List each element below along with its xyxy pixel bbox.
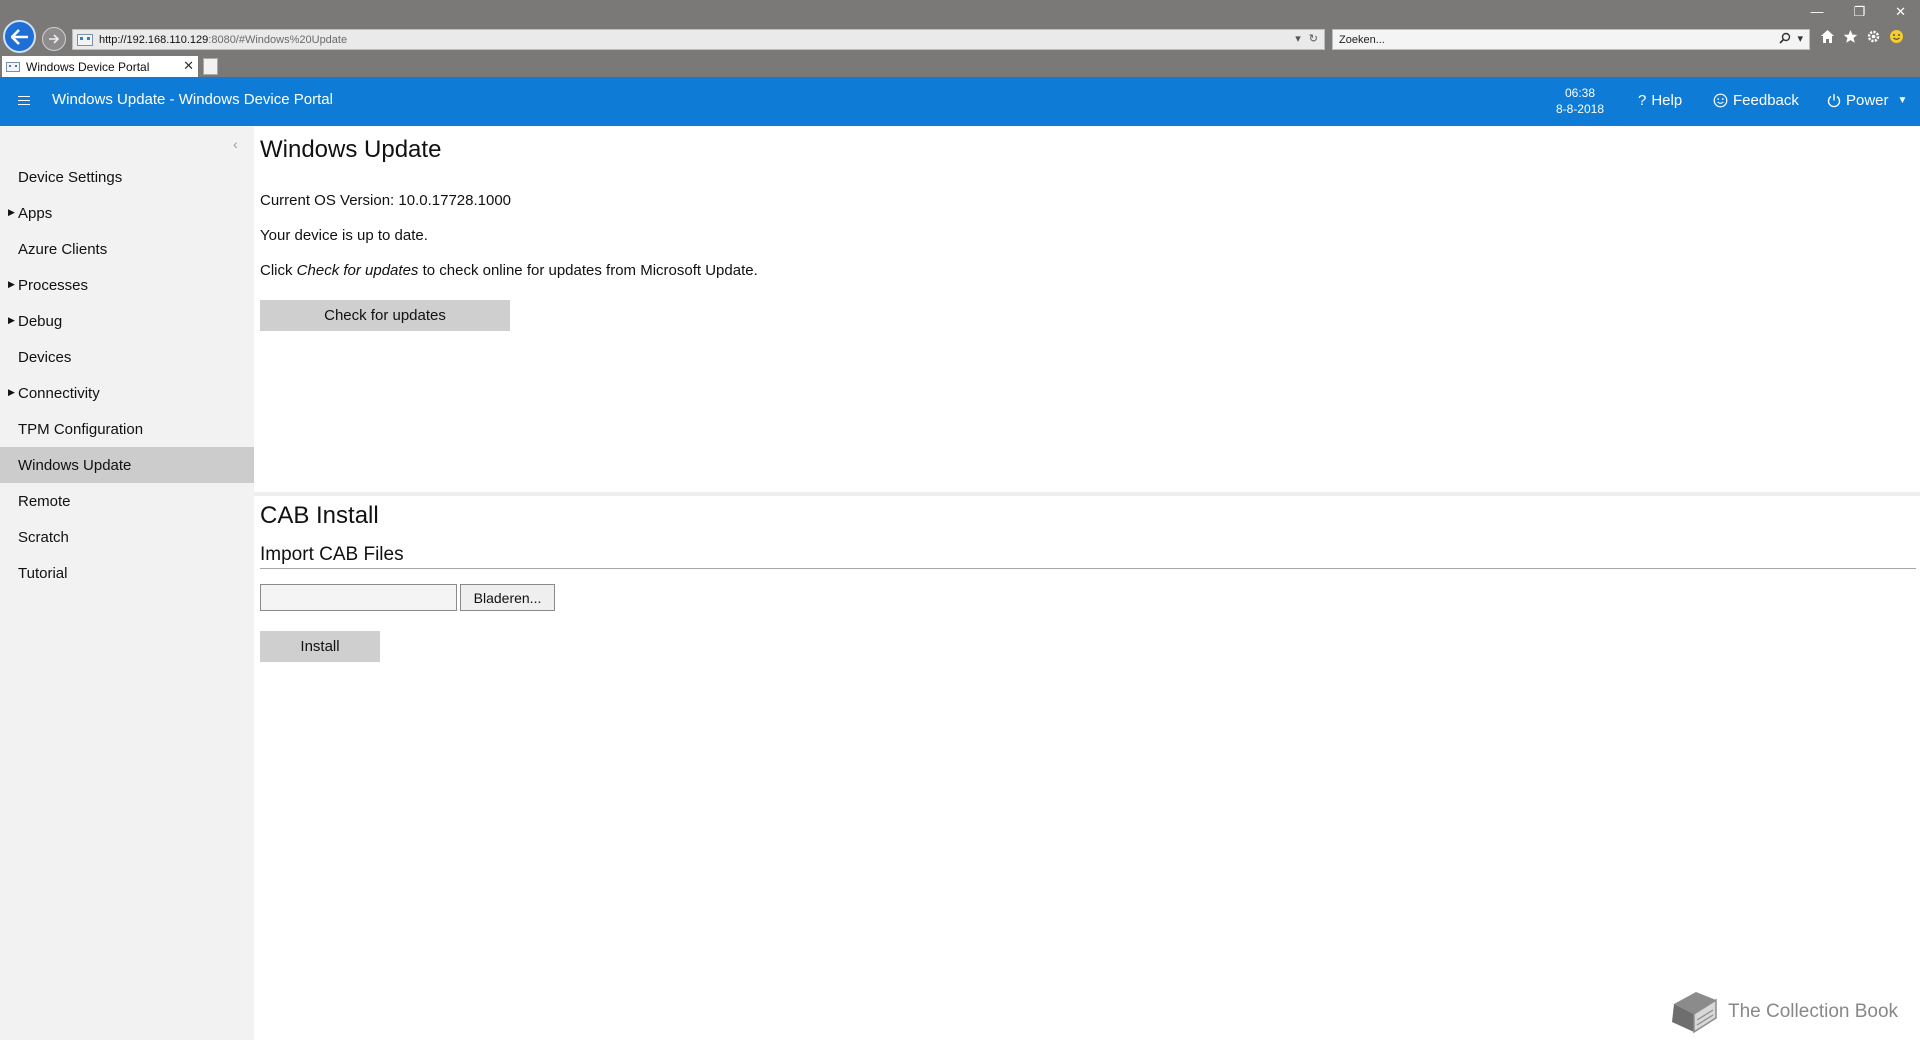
sidebar-item-devices[interactable]: Devices: [0, 339, 254, 375]
caret-right-icon: ▶: [8, 315, 15, 325]
search-icon[interactable]: [1779, 32, 1791, 44]
hamburger-menu-icon[interactable]: [18, 96, 30, 106]
caret-right-icon: ▶: [8, 387, 15, 397]
sidebar-item-debug[interactable]: ▶ Debug: [0, 303, 254, 339]
cab-file-input[interactable]: [260, 584, 457, 611]
address-bar[interactable]: http://192.168.110.129 :8080/#Windows%20…: [72, 29, 1325, 50]
url-path: :8080/#Windows%20Update: [208, 33, 348, 46]
sidebar-item-label: TPM Configuration: [18, 420, 144, 438]
windows-update-heading: Windows Update: [260, 136, 442, 163]
smiley-icon: [1713, 93, 1728, 108]
favorites-star-icon[interactable]: [1843, 29, 1858, 44]
smiley-feedback-icon[interactable]: [1889, 29, 1904, 44]
update-status-text: Your device is up to date.: [260, 227, 428, 244]
power-icon: [1827, 94, 1841, 108]
import-cab-heading: Import CAB Files: [260, 544, 404, 565]
sidebar-item-scratch[interactable]: Scratch: [0, 519, 254, 555]
sidebar-item-device-settings[interactable]: Device Settings: [0, 159, 254, 195]
refresh-icon[interactable]: ↻: [1309, 32, 1318, 45]
check-for-updates-button[interactable]: Check for updates: [260, 300, 510, 331]
question-mark-icon: ?: [1638, 92, 1647, 109]
home-icon[interactable]: [1820, 29, 1835, 44]
cab-install-heading: CAB Install: [260, 502, 379, 529]
sidebar-item-label: Devices: [18, 348, 72, 366]
help-label: Help: [1651, 92, 1683, 109]
sidebar-item-label: Apps: [18, 204, 53, 222]
sidebar-nav: Device Settings ▶ Apps Azure Clients ▶ Pro…: [0, 159, 254, 591]
sidebar-item-label: Connectivity: [18, 384, 100, 402]
sidebar: ‹ Device Settings ▶ Apps Azure Clients ▶ P…: [0, 126, 254, 1040]
tab-favicon-icon: [6, 61, 20, 72]
sidebar-item-windows-update[interactable]: Windows Update: [0, 447, 254, 483]
tab-title: Windows Device Portal: [26, 59, 150, 74]
os-version-text: Current OS Version: 10.0.17728.1000: [260, 192, 512, 209]
sidebar-item-tpm-configuration[interactable]: TPM Configuration: [0, 411, 254, 447]
gear-icon[interactable]: [1866, 29, 1881, 44]
tab-close-icon[interactable]: ✕: [183, 58, 194, 74]
minimize-icon[interactable]: —: [1810, 4, 1823, 20]
sidebar-item-label: Debug: [18, 312, 63, 330]
browser-chrome: http://192.168.110.129 :8080/#Windows%20…: [0, 0, 1920, 77]
dropdown-arrow-icon[interactable]: ▾: [1295, 32, 1301, 45]
caret-right-icon: ▶: [8, 207, 15, 217]
main-content: Windows Update Current OS Version: 10.0.…: [254, 126, 1920, 1040]
sidebar-item-apps[interactable]: ▶ Apps: [0, 195, 254, 231]
arrow-left-icon: [10, 28, 28, 45]
power-label: Power: [1846, 92, 1889, 109]
sidebar-item-processes[interactable]: ▶ Processes: [0, 267, 254, 303]
update-hint-text: Click Check for updates to check online …: [260, 262, 758, 279]
hint-emphasis: Check for updates: [296, 262, 419, 279]
page-title: Windows Update - Windows Device Portal: [52, 91, 333, 108]
url-host: http://192.168.110.129: [99, 33, 209, 46]
caret-right-icon: ▶: [8, 279, 15, 289]
sidebar-item-label: Scratch: [18, 528, 69, 546]
watermark: The Collection Book: [1666, 990, 1898, 1034]
new-tab-button[interactable]: [203, 58, 218, 75]
clock-date: 8-8-2018: [1555, 102, 1605, 116]
feedback-button[interactable]: Feedback: [1713, 92, 1799, 109]
search-dropdown-icon[interactable]: ▾: [1797, 32, 1803, 45]
watermark-text: The Collection Book: [1728, 1001, 1899, 1022]
sidebar-item-azure-clients[interactable]: Azure Clients: [0, 231, 254, 267]
browser-tab[interactable]: Windows Device Portal ✕: [2, 56, 198, 77]
site-favicon-icon: [77, 33, 93, 46]
browser-search-box[interactable]: Zoeken... ▾: [1332, 29, 1810, 50]
browse-button[interactable]: Bladeren...: [460, 584, 555, 611]
hint-suffix: to check online for updates from Microso…: [418, 262, 758, 279]
sidebar-item-label: Windows Update: [18, 456, 132, 474]
collapse-sidebar-icon[interactable]: ‹: [233, 136, 238, 152]
power-menu-button[interactable]: Power ▼: [1827, 92, 1907, 109]
chevron-down-icon: ▼: [1897, 95, 1908, 106]
sidebar-item-tutorial[interactable]: Tutorial: [0, 555, 254, 591]
hint-prefix: Click: [260, 262, 297, 279]
book-icon: [1672, 992, 1717, 1034]
section-divider: [254, 492, 1920, 496]
arrow-right-icon: [49, 34, 60, 44]
app-header: Windows Update - Windows Device Portal 0…: [0, 77, 1920, 126]
sidebar-item-remote[interactable]: Remote: [0, 483, 254, 519]
sidebar-item-label: Azure Clients: [18, 240, 108, 258]
help-button[interactable]: ? Help: [1638, 92, 1682, 109]
back-button[interactable]: [3, 20, 36, 53]
feedback-label: Feedback: [1733, 92, 1799, 109]
sidebar-item-label: Tutorial: [18, 564, 68, 582]
restore-icon[interactable]: ❐: [1853, 4, 1865, 20]
clock: 06:38 8-8-2018: [1540, 85, 1620, 117]
close-window-icon[interactable]: ✕: [1895, 4, 1906, 20]
sidebar-item-connectivity[interactable]: ▶ Connectivity: [0, 375, 254, 411]
search-placeholder: Zoeken...: [1339, 33, 1385, 46]
clock-time: 06:38: [1564, 86, 1596, 100]
heading-rule: [260, 568, 1916, 569]
sidebar-item-label: Remote: [18, 492, 71, 510]
sidebar-item-label: Processes: [18, 276, 89, 294]
forward-button[interactable]: [42, 27, 66, 51]
sidebar-item-label: Device Settings: [18, 168, 123, 186]
install-button[interactable]: Install: [260, 631, 380, 662]
